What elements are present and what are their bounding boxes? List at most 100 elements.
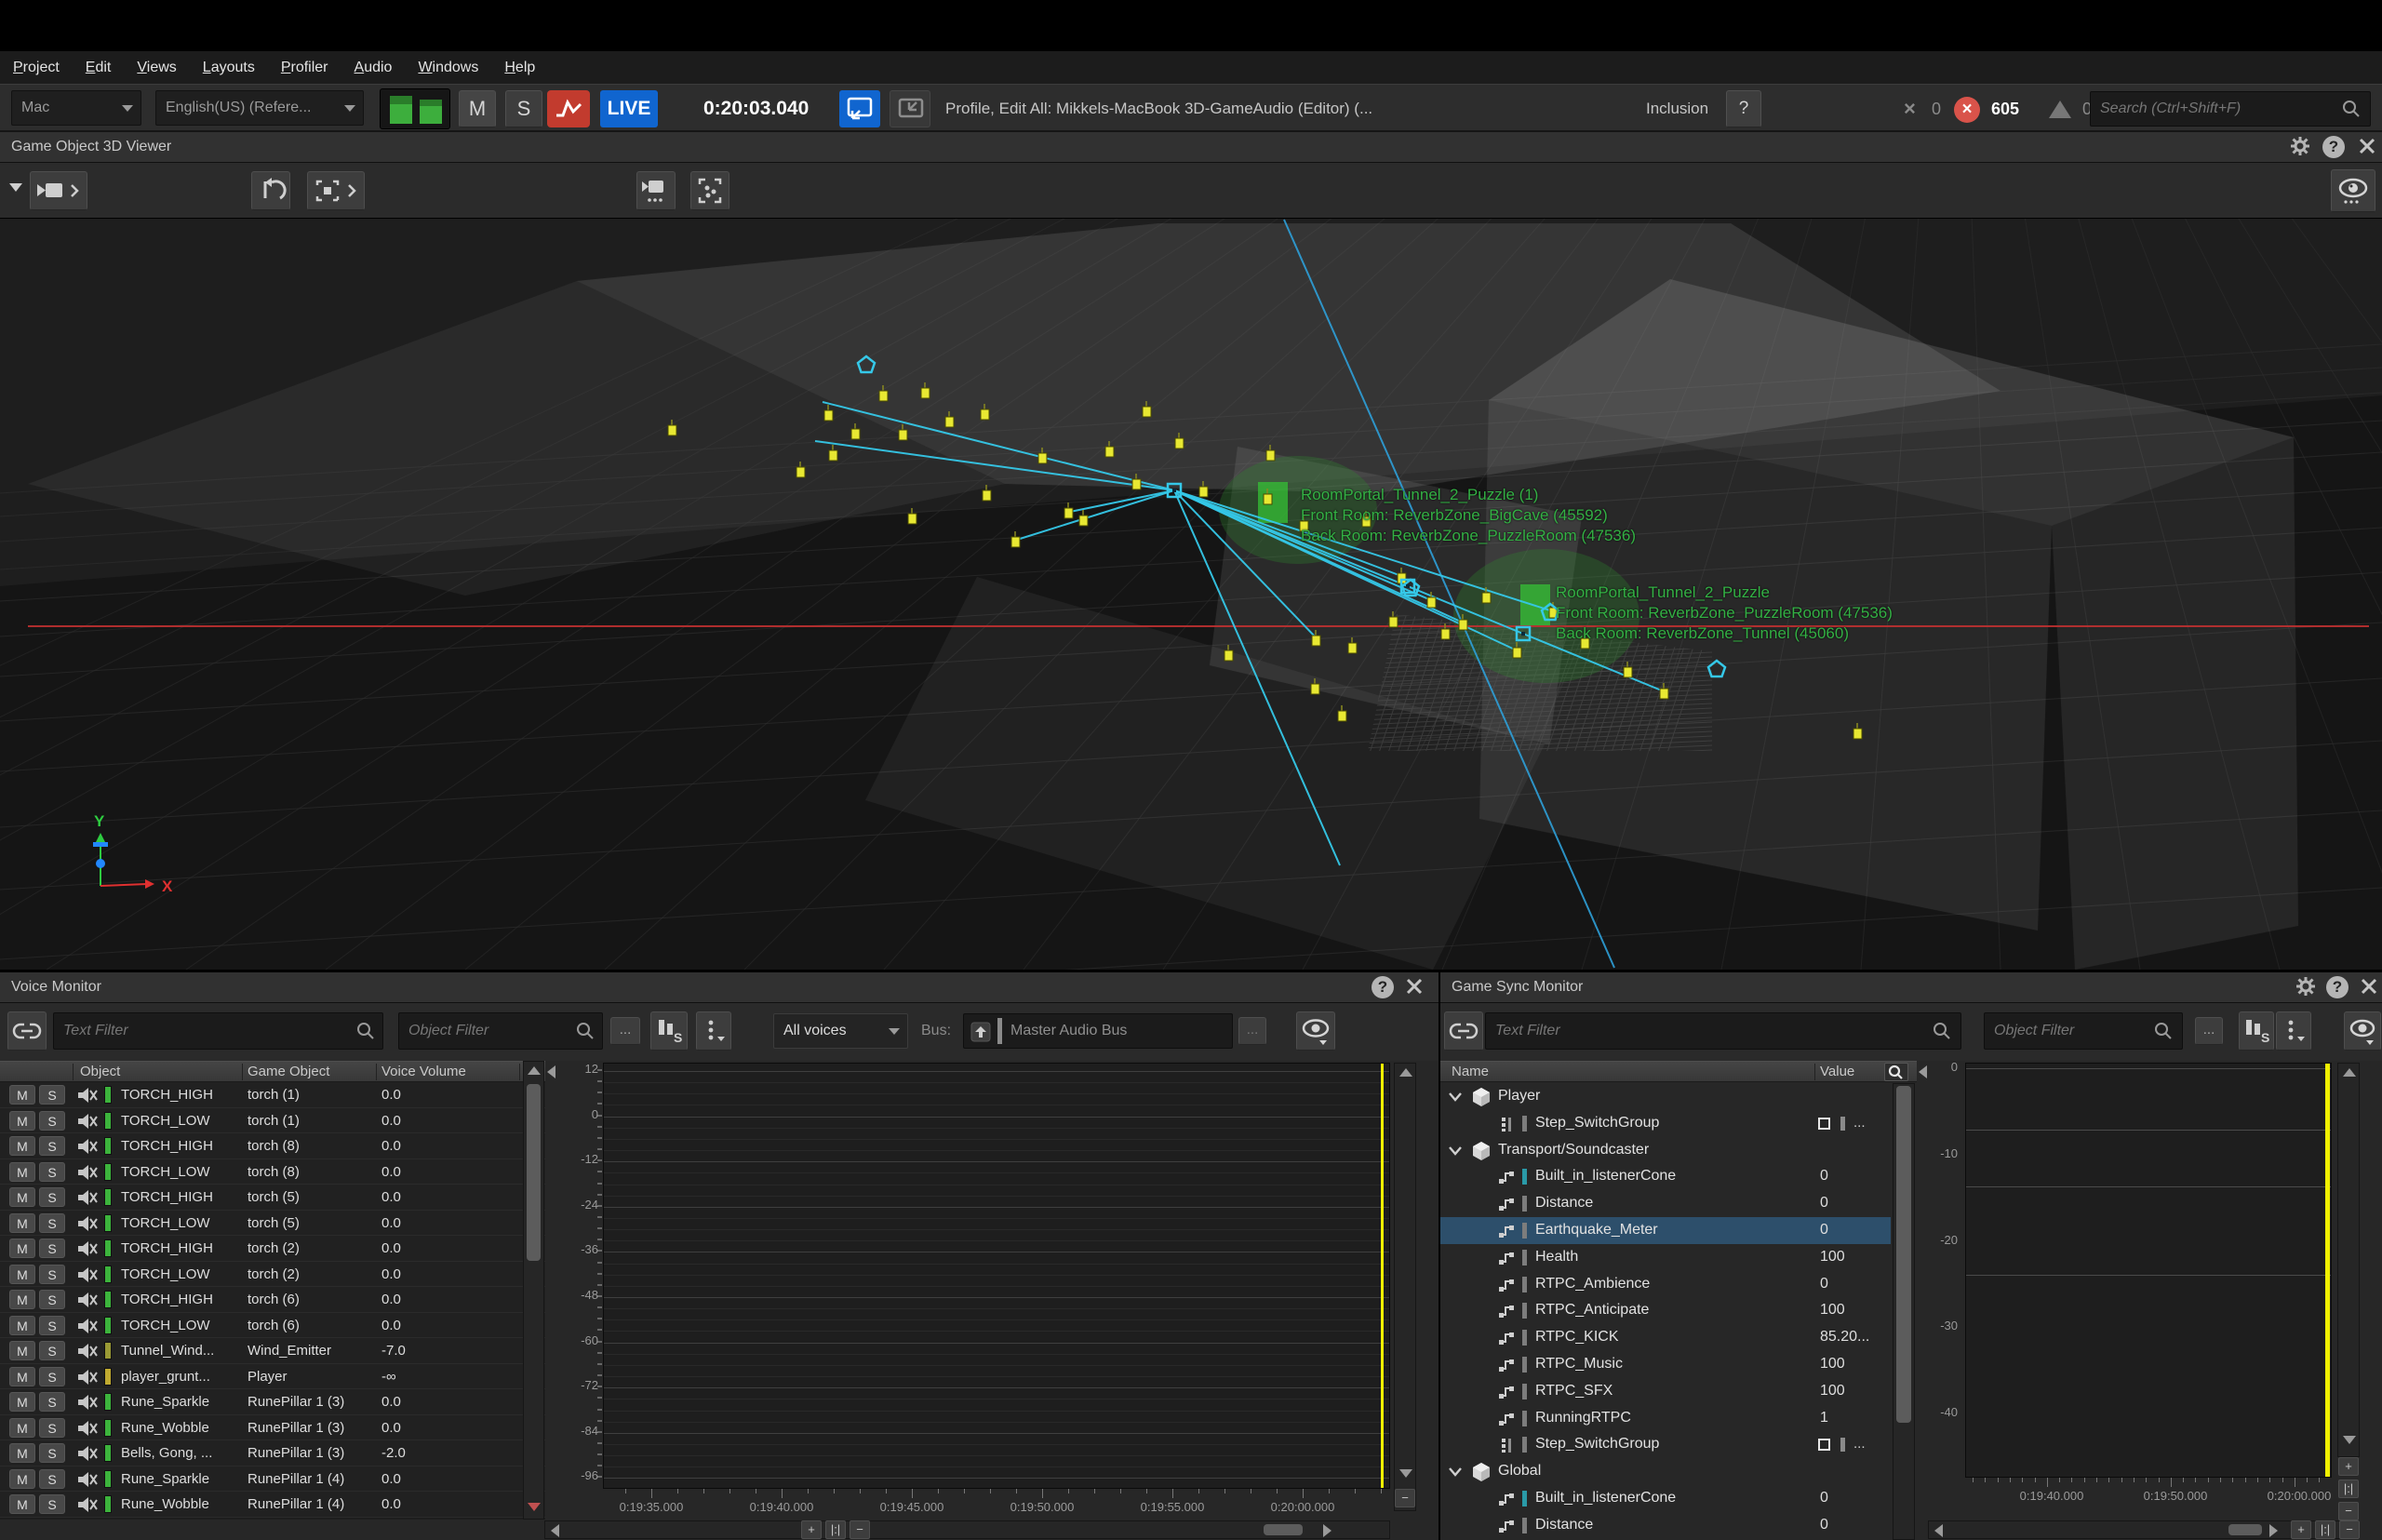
- mute-button[interactable]: M: [9, 1239, 35, 1258]
- gsm-row[interactable]: Step_SwitchGroup...: [1440, 1110, 1891, 1137]
- visibility-button[interactable]: [2331, 169, 2375, 212]
- mute-button[interactable]: M: [9, 1443, 35, 1463]
- bus-browse-button[interactable]: ...: [1238, 1017, 1266, 1045]
- column-value[interactable]: Value: [1820, 1062, 1854, 1082]
- master-mute-button[interactable]: M: [459, 90, 496, 127]
- playhead-cursor[interactable]: [1381, 1064, 1384, 1488]
- solo-button[interactable]: S: [39, 1265, 65, 1284]
- collapse-toolbar-icon[interactable]: [9, 183, 22, 192]
- show-selection-button[interactable]: [690, 171, 729, 210]
- solo-button[interactable]: S: [39, 1316, 65, 1335]
- mute-button[interactable]: M: [9, 1367, 35, 1386]
- mute-button[interactable]: M: [9, 1213, 35, 1233]
- clear-errors-icon[interactable]: ×: [1904, 90, 1916, 127]
- chevron-expand-icon[interactable]: [1448, 1089, 1470, 1107]
- gsm-row[interactable]: Built_in_listenerCone0: [1440, 1485, 1891, 1512]
- options-menu-button[interactable]: [2276, 1011, 2311, 1051]
- menu-item-layouts[interactable]: Layouts: [190, 51, 268, 84]
- zoom-in-button[interactable]: +: [2291, 1520, 2311, 1539]
- mute-button[interactable]: M: [9, 1162, 35, 1182]
- gsm-row[interactable]: Earthquake_Meter0: [1440, 1217, 1891, 1244]
- mute-button[interactable]: M: [9, 1316, 35, 1335]
- voice-row[interactable]: MSRune_WobbleRunePillar 1 (3)0.0: [0, 1415, 545, 1441]
- gsm-row[interactable]: RTPC_KICK85.20...: [1440, 1324, 1891, 1351]
- help-icon[interactable]: ?: [2322, 136, 2345, 158]
- remote-connect-icon[interactable]: [839, 90, 880, 127]
- remote-disconnect-icon[interactable]: [890, 90, 930, 127]
- playhead-cursor[interactable]: [2325, 1064, 2330, 1477]
- zoom-reset-button[interactable]: |:|: [2315, 1520, 2335, 1539]
- capture-button[interactable]: [547, 90, 590, 127]
- help-button[interactable]: ?: [1726, 90, 1761, 127]
- voice-row[interactable]: MSRune_WobbleRunePillar 1 (4)0.0: [0, 1492, 545, 1518]
- link-filters-button[interactable]: [7, 1011, 47, 1051]
- follow-camera-button[interactable]: [636, 171, 676, 210]
- object-filter-browse-button[interactable]: ...: [610, 1017, 640, 1045]
- mute-button[interactable]: M: [9, 1187, 35, 1207]
- voice-row[interactable]: MSTORCH_HIGHtorch (1)0.0: [0, 1082, 545, 1108]
- mute-button[interactable]: M: [9, 1469, 35, 1489]
- voice-graph-plot[interactable]: [603, 1063, 1390, 1489]
- voice-graph-hscrollbar[interactable]: [544, 1520, 1390, 1539]
- solo-button[interactable]: S: [39, 1085, 65, 1105]
- mute-button[interactable]: M: [9, 1392, 35, 1412]
- voice-row[interactable]: MSTORCH_LOWtorch (8)0.0: [0, 1159, 545, 1185]
- master-solo-button[interactable]: S: [505, 90, 542, 127]
- voice-row[interactable]: MSTORCH_LOWtorch (1)0.0: [0, 1108, 545, 1134]
- gear-icon[interactable]: [2289, 136, 2311, 158]
- object-filter-browse-button[interactable]: ...: [2195, 1017, 2223, 1045]
- menu-item-edit[interactable]: Edit: [73, 51, 125, 84]
- link-filters-button[interactable]: [1444, 1011, 1483, 1051]
- solo-button[interactable]: S: [39, 1239, 65, 1258]
- column-voice-volume[interactable]: Voice Volume: [381, 1062, 466, 1082]
- live-button[interactable]: LIVE: [600, 90, 658, 127]
- voice-row[interactable]: MSRune_SparkleRunePillar 1 (3)0.0: [0, 1389, 545, 1415]
- mute-button[interactable]: M: [9, 1111, 35, 1131]
- voice-row[interactable]: MSBells, Gong, ...RunePillar 1 (3)-2.0: [0, 1440, 545, 1466]
- gear-icon[interactable]: [2295, 976, 2317, 998]
- camera-menu-button[interactable]: [30, 171, 87, 210]
- menu-item-windows[interactable]: Windows: [405, 51, 491, 84]
- reset-camera-button[interactable]: [251, 171, 290, 210]
- gsm-row[interactable]: Health100: [1440, 1244, 1891, 1271]
- close-icon[interactable]: [2356, 136, 2378, 158]
- gsm-graph-plot[interactable]: [1965, 1063, 2332, 1478]
- voice-row[interactable]: MSTunnel_Wind...Wind_Emitter-7.0: [0, 1338, 545, 1364]
- solo-button[interactable]: S: [39, 1341, 65, 1360]
- gsm-row[interactable]: Transport/Soundcaster: [1440, 1137, 1891, 1164]
- column-game-object[interactable]: Game Object: [248, 1062, 329, 1082]
- solo-button[interactable]: S: [39, 1290, 65, 1309]
- column-object[interactable]: Object: [80, 1062, 120, 1082]
- menu-item-views[interactable]: Views: [124, 51, 189, 84]
- voice-row[interactable]: MSTORCH_LOWtorch (2)0.0: [0, 1262, 545, 1288]
- meter-scope-button[interactable]: S: [2239, 1011, 2274, 1051]
- voice-row[interactable]: MSRune_SparkleRunePillar 1 (4)0.0: [0, 1466, 545, 1493]
- bus-field[interactable]: Master Audio Bus: [963, 1013, 1233, 1049]
- solo-button[interactable]: S: [39, 1162, 65, 1182]
- chevron-expand-icon[interactable]: [1448, 1464, 1470, 1482]
- solo-button[interactable]: S: [39, 1469, 65, 1489]
- zoom-out-button[interactable]: −: [850, 1520, 870, 1539]
- mute-button[interactable]: M: [9, 1494, 35, 1514]
- gsm-row[interactable]: Global: [1440, 1458, 1891, 1485]
- gsm-graph-vscrollbar[interactable]: [2337, 1063, 2360, 1457]
- voice-object-filter-input[interactable]: [398, 1012, 603, 1050]
- solo-button[interactable]: S: [39, 1418, 65, 1438]
- language-select[interactable]: English(US) (Refere...: [155, 90, 364, 126]
- voice-row[interactable]: MSTORCH_HIGHtorch (6)0.0: [0, 1287, 545, 1313]
- zoom-in-button[interactable]: +: [2338, 1457, 2359, 1476]
- options-menu-button[interactable]: [696, 1011, 731, 1051]
- gsm-row[interactable]: Player: [1440, 1083, 1891, 1110]
- menu-item-help[interactable]: Help: [491, 51, 548, 84]
- scroll-minus-button[interactable]: −: [1395, 1489, 1415, 1507]
- gsm-object-filter-input[interactable]: [1984, 1012, 2183, 1050]
- gsm-row[interactable]: Distance0: [1440, 1190, 1891, 1217]
- help-icon[interactable]: ?: [1372, 976, 1394, 998]
- column-search-button[interactable]: [1884, 1063, 1908, 1081]
- search-input[interactable]: [2090, 91, 2371, 127]
- viewport-3d[interactable]: YX RoomPortal_Tunnel_2_Puzzle (1)Front R…: [0, 219, 2382, 970]
- meter-scope-button[interactable]: S: [650, 1011, 688, 1051]
- gsm-row[interactable]: Step_SwitchGroup...: [1440, 1431, 1891, 1458]
- gsm-row[interactable]: Built_in_listenerCone0: [1440, 1163, 1891, 1190]
- mute-button[interactable]: M: [9, 1418, 35, 1438]
